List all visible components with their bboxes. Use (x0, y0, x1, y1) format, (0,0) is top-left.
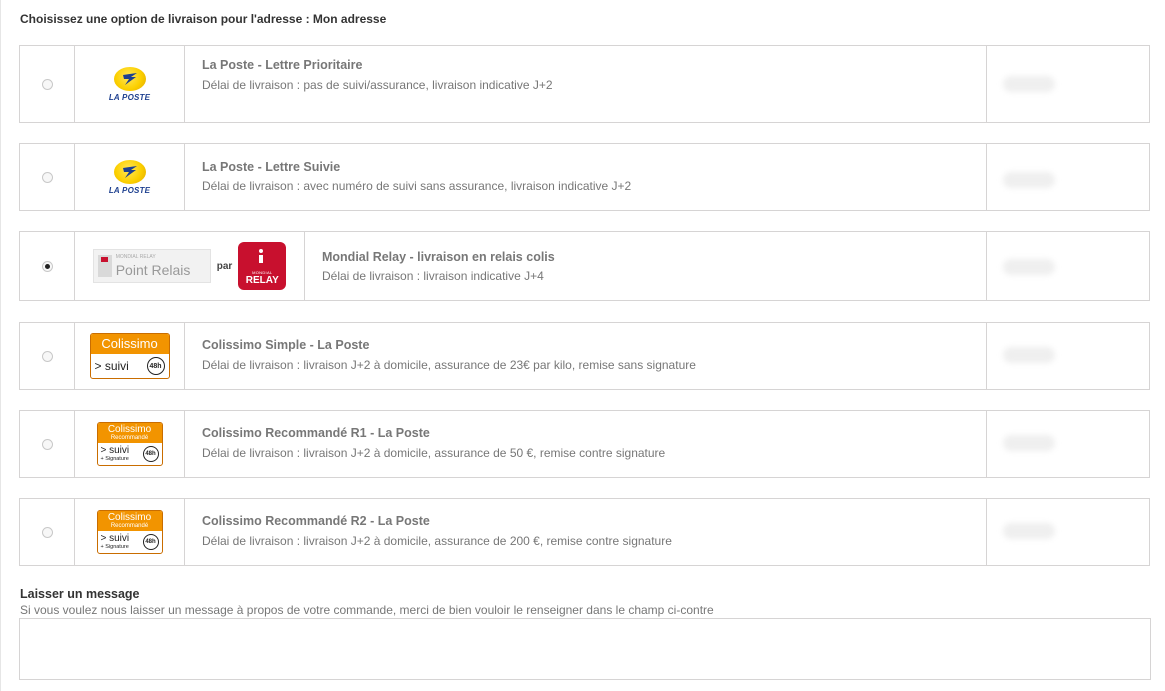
mondial-relay-logo: MONDIAL RELAY Point Relais par MONDIAL R… (92, 242, 287, 290)
price-cell (986, 144, 1149, 210)
radio-cell[interactable] (20, 232, 75, 300)
la-poste-bird-icon (113, 66, 146, 91)
message-help-text: Si vous voulez nous laisser un message à… (20, 603, 714, 617)
point-relais-logo: MONDIAL RELAY Point Relais (92, 249, 211, 283)
carrier-logo-cell: MONDIAL RELAY Point Relais par MONDIAL R… (75, 232, 305, 300)
colissimo-signature-text: + Signature (100, 544, 129, 550)
delivery-delay: Délai de livraison : livraison indicativ… (322, 269, 544, 283)
delivery-delay: Délai de livraison : livraison J+2 à dom… (202, 358, 696, 372)
price-redacted (1003, 347, 1055, 363)
carrier-logo-cell: Colissimo > suivi 48h (75, 323, 185, 389)
la-poste-bird-icon (113, 159, 146, 184)
48h-badge-icon: 48h (142, 534, 159, 550)
48h-badge-icon: 48h (142, 446, 159, 462)
carrier-info: Colissimo Recommandé R1 - La Poste Délai… (202, 411, 987, 477)
page-title: Choisissez une option de livraison pour … (20, 12, 387, 26)
delivery-option-lettre-suivie[interactable]: LA POSTE La Poste - Lettre Suivie Délai … (19, 143, 1150, 211)
carrier-name: Colissimo Recommandé R2 - La Poste (202, 514, 430, 528)
price-redacted (1003, 523, 1055, 539)
carrier-info: La Poste - Lettre Suivie Délai de livrai… (202, 144, 987, 210)
carrier-name: La Poste - Lettre Prioritaire (202, 58, 363, 72)
radio-cell[interactable] (20, 411, 75, 477)
radio-cell[interactable] (20, 323, 75, 389)
colissimo-logo: Colissimo > suivi 48h (89, 333, 170, 379)
carrier-name: Colissimo Simple - La Poste (202, 338, 370, 352)
message-textarea[interactable] (19, 618, 1151, 680)
delivery-delay: Délai de livraison : pas de suivi/assura… (202, 78, 553, 92)
radio-cell[interactable] (20, 499, 75, 565)
colissimo-logo-title: Colissimo (90, 334, 169, 354)
radio-button[interactable] (41, 350, 53, 362)
colissimo-suivi-text: > suivi (100, 533, 130, 544)
carrier-info: Colissimo Recommandé R2 - La Poste Délai… (202, 499, 987, 565)
radio-button[interactable] (41, 171, 53, 183)
colissimo-suivi-text: > suivi (100, 445, 130, 456)
page-left-border (0, 0, 1, 691)
price-redacted (1003, 76, 1055, 92)
point-relais-icon (97, 255, 112, 277)
radio-button[interactable] (41, 526, 53, 538)
48h-badge-icon: 48h (146, 357, 165, 375)
colissimo-suivi-text: > suivi (94, 359, 129, 373)
radio-button-selected[interactable] (41, 260, 53, 272)
carrier-logo-cell: LA POSTE (75, 46, 185, 122)
price-cell (986, 232, 1149, 300)
delivery-option-mondial-relay[interactable]: MONDIAL RELAY Point Relais par MONDIAL R… (19, 231, 1150, 301)
carrier-info: Mondial Relay - livraison en relais coli… (322, 232, 987, 300)
colissimo-logo-title: Colissimo (107, 423, 152, 435)
colissimo-logo-subtitle: Recommandé (110, 434, 149, 441)
radio-cell[interactable] (20, 46, 75, 122)
colissimo-logo-title: Colissimo (107, 511, 152, 523)
radio-button[interactable] (41, 438, 53, 450)
radio-button[interactable] (41, 78, 53, 90)
carrier-name: Mondial Relay - livraison en relais coli… (322, 250, 555, 264)
colissimo-recommande-logo: Colissimo Recommandé > suivi + Signature… (96, 510, 163, 554)
price-cell (986, 46, 1149, 122)
carrier-logo-cell: LA POSTE (75, 144, 185, 210)
price-cell (986, 499, 1149, 565)
delivery-option-lettre-prioritaire[interactable]: LA POSTE La Poste - Lettre Prioritaire D… (19, 45, 1150, 123)
delivery-option-colissimo-r2[interactable]: Colissimo Recommandé > suivi + Signature… (19, 498, 1150, 566)
radio-cell[interactable] (20, 144, 75, 210)
la-poste-logo: LA POSTE (108, 66, 151, 102)
delivery-delay: Délai de livraison : avec numéro de suiv… (202, 179, 632, 193)
carrier-name: La Poste - Lettre Suivie (202, 160, 341, 174)
price-cell (986, 323, 1149, 389)
relay-i-icon (256, 249, 266, 263)
carrier-info: Colissimo Simple - La Poste Délai de liv… (202, 323, 987, 389)
colissimo-logo-subtitle: Recommandé (110, 522, 149, 529)
relay-badge-text: RELAY (245, 275, 279, 286)
delivery-delay: Délai de livraison : livraison J+2 à dom… (202, 534, 672, 548)
point-relais-text: Point Relais (115, 262, 191, 278)
mondial-relay-badge: MONDIAL RELAY (238, 242, 287, 290)
price-cell (986, 411, 1149, 477)
price-redacted (1003, 435, 1055, 451)
la-poste-logo: LA POSTE (108, 159, 151, 195)
carrier-info: La Poste - Lettre Prioritaire Délai de l… (202, 46, 987, 122)
delivery-option-colissimo-simple[interactable]: Colissimo > suivi 48h Colissimo Simple -… (19, 322, 1150, 390)
delivery-delay: Délai de livraison : livraison J+2 à dom… (202, 446, 666, 460)
la-poste-logo-text: LA POSTE (108, 92, 151, 102)
message-label: Laisser un message (20, 587, 140, 601)
par-text: par (216, 260, 233, 272)
colissimo-signature-text: + Signature (100, 456, 129, 462)
la-poste-logo-text: LA POSTE (108, 185, 151, 195)
carrier-logo-cell: Colissimo Recommandé > suivi + Signature… (75, 411, 185, 477)
carrier-logo-cell: Colissimo Recommandé > suivi + Signature… (75, 499, 185, 565)
price-redacted (1003, 172, 1055, 188)
carrier-name: Colissimo Recommandé R1 - La Poste (202, 426, 430, 440)
colissimo-recommande-logo: Colissimo Recommandé > suivi + Signature… (96, 422, 163, 466)
delivery-option-colissimo-r1[interactable]: Colissimo Recommandé > suivi + Signature… (19, 410, 1150, 478)
price-redacted (1003, 259, 1055, 275)
point-relais-small-text: MONDIAL RELAY (115, 254, 156, 260)
